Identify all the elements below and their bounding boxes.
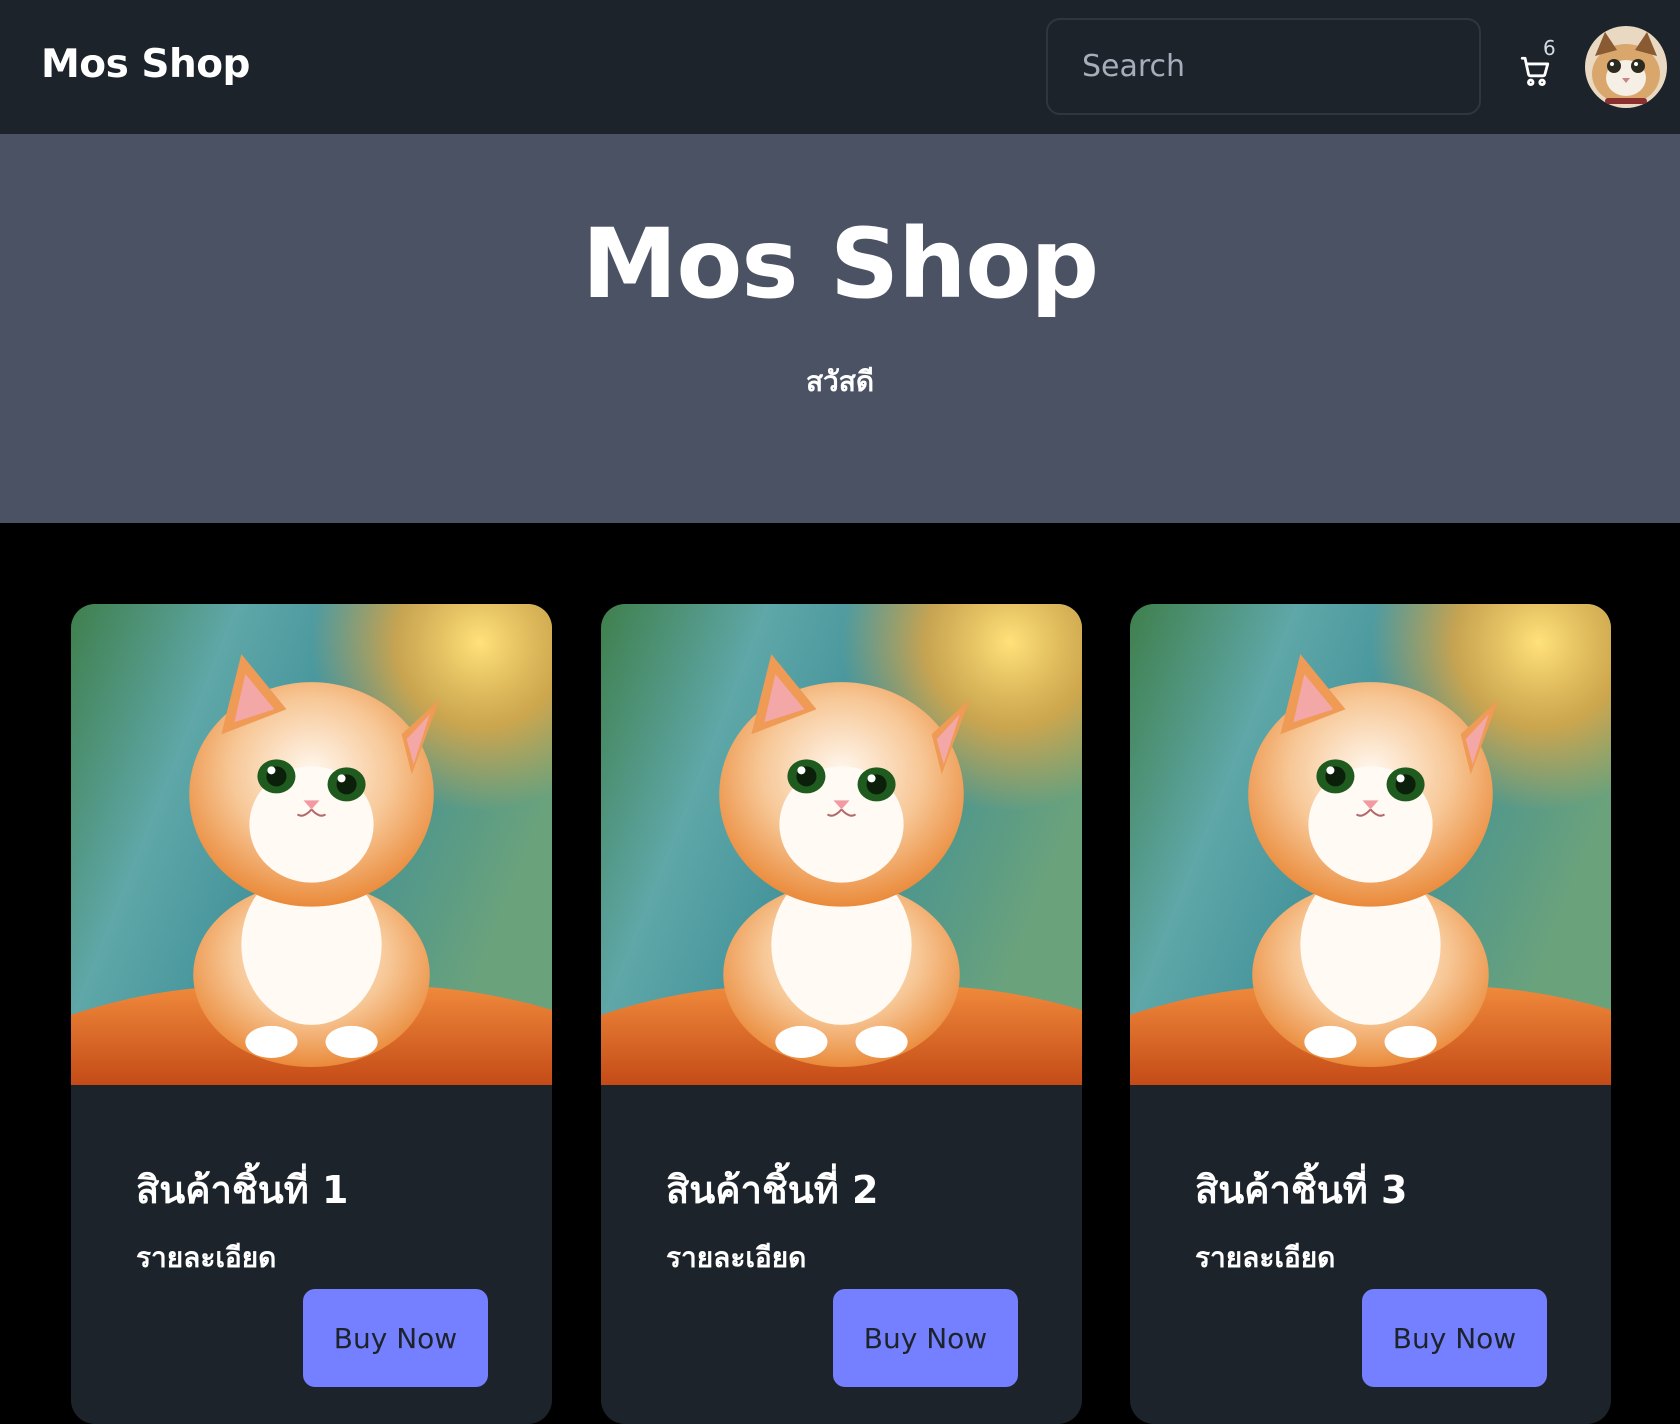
hero-section: Mos Shop สวัสดี [0, 134, 1680, 523]
product-title: สินค้าชิ้นที่ 3 [1195, 1168, 1408, 1212]
product-description: รายละเอียด [1195, 1241, 1336, 1274]
product-image [71, 604, 552, 1085]
cat-avatar-icon [1585, 26, 1667, 108]
product-image [1130, 604, 1611, 1085]
product-card: สินค้าชิ้นที่ 2 รายละเอียด Buy Now [601, 604, 1082, 1424]
product-title: สินค้าชิ้นที่ 1 [136, 1168, 349, 1212]
search-input[interactable] [1046, 18, 1481, 115]
product-description: รายละเอียด [136, 1241, 277, 1274]
buy-now-button[interactable]: Buy Now [833, 1289, 1018, 1387]
hero-title: Mos Shop [581, 208, 1099, 320]
product-description: รายละเอียด [666, 1241, 807, 1274]
product-card: สินค้าชิ้นที่ 1 รายละเอียด Buy Now [71, 604, 552, 1424]
product-card: สินค้าชิ้นที่ 3 รายละเอียด Buy Now [1130, 604, 1611, 1424]
brand-logo-link[interactable]: Mos Shop [41, 42, 250, 87]
product-image [601, 604, 1082, 1085]
cart-count-badge: 6 [1543, 36, 1556, 60]
user-avatar[interactable] [1585, 26, 1667, 108]
navbar: Mos Shop 6 [0, 0, 1680, 134]
buy-now-button[interactable]: Buy Now [303, 1289, 488, 1387]
cart-button[interactable]: 6 [1500, 36, 1570, 106]
buy-now-button[interactable]: Buy Now [1362, 1289, 1547, 1387]
hero-subtitle: สวัสดี [805, 365, 875, 398]
product-title: สินค้าชิ้นที่ 2 [666, 1168, 879, 1212]
